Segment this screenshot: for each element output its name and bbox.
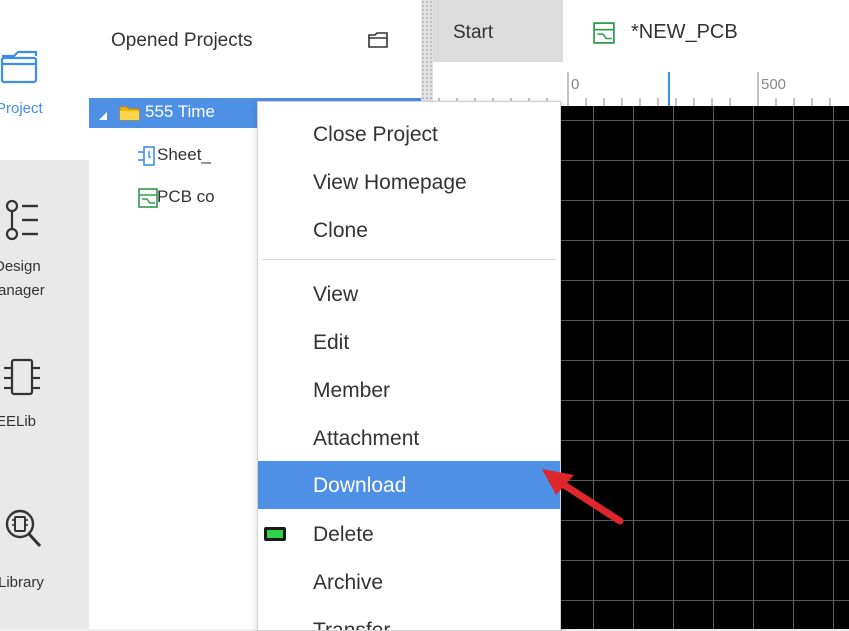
horizontal-ruler: 0 500 xyxy=(433,62,849,106)
menu-separator xyxy=(262,259,556,260)
panel-title: Opened Projects xyxy=(111,30,253,51)
menu-item-view[interactable]: View xyxy=(258,270,560,318)
left-rail: Project Design anager xyxy=(0,0,90,629)
rail-label-project: Project xyxy=(0,100,43,117)
rail-item-library[interactable]: Library xyxy=(0,470,89,629)
menu-item-delete[interactable]: Delete xyxy=(258,510,560,558)
schematic-sheet-icon xyxy=(137,145,157,172)
rail-label-library: Library xyxy=(0,574,44,591)
pcb-file-icon xyxy=(138,188,158,213)
rail-label-design: Design xyxy=(0,258,41,275)
rail-label-manager: anager xyxy=(0,282,45,299)
project-context-menu: Close Project View Homepage Clone View E… xyxy=(257,101,561,631)
menu-item-clone[interactable]: Clone xyxy=(258,206,560,254)
expand-triangle-icon[interactable] xyxy=(98,108,108,126)
menu-label: View Homepage xyxy=(313,171,467,194)
rail-item-eelib[interactable]: EELib xyxy=(0,320,89,470)
menu-label: Delete xyxy=(313,523,374,546)
menu-label: View xyxy=(313,283,359,306)
tab-bar: Start *NEW_PCB xyxy=(433,0,849,63)
menu-item-download[interactable]: Download xyxy=(258,461,560,509)
rail-label-eelib: EELib xyxy=(0,413,37,430)
library-search-icon xyxy=(4,506,44,557)
menu-label: Download xyxy=(313,474,407,497)
menu-label: Transfer xyxy=(313,619,391,631)
menu-label: Attachment xyxy=(313,427,420,450)
tree-pcb-name: PCB co xyxy=(157,187,215,206)
menu-item-edit[interactable]: Edit xyxy=(258,318,560,366)
menu-item-member[interactable]: Member xyxy=(258,366,560,414)
menu-item-close-project[interactable]: Close Project xyxy=(258,110,560,158)
menu-item-archive[interactable]: Archive xyxy=(258,558,560,606)
green-badge-icon xyxy=(263,524,287,548)
project-folder-icon xyxy=(0,44,40,91)
tab-start-label: Start xyxy=(453,22,494,43)
menu-label: Member xyxy=(313,379,391,402)
ruler-label-500: 500 xyxy=(761,76,787,93)
chip-icon xyxy=(2,356,42,405)
project-folder-yellow-icon xyxy=(119,104,141,127)
tree-sheet-name: Sheet_ xyxy=(157,145,211,164)
ruler-ticks xyxy=(438,72,831,106)
menu-item-view-homepage[interactable]: View Homepage xyxy=(258,158,560,206)
pcb-file-icon xyxy=(593,22,615,49)
menu-item-transfer[interactable]: Transfer xyxy=(258,606,560,631)
ruler-label-0: 0 xyxy=(571,76,580,93)
tree-project-name: 555 Time xyxy=(145,102,215,121)
design-manager-icon xyxy=(4,198,44,247)
tab-new-pcb-label: *NEW_PCB xyxy=(631,21,738,43)
menu-label: Close Project xyxy=(313,123,438,146)
red-arrow-annotation xyxy=(542,469,624,525)
menu-label: Clone xyxy=(313,219,368,242)
menu-label: Archive xyxy=(313,571,384,594)
folder-open-icon[interactable] xyxy=(367,30,389,55)
rail-item-design-manager[interactable]: Design anager xyxy=(0,160,89,320)
menu-item-attachment[interactable]: Attachment xyxy=(258,414,560,462)
tab-start[interactable]: Start xyxy=(433,0,563,62)
menu-label: Edit xyxy=(313,331,350,354)
rail-item-project[interactable]: Project xyxy=(0,0,89,160)
tab-new-pcb[interactable]: *NEW_PCB xyxy=(563,0,849,62)
